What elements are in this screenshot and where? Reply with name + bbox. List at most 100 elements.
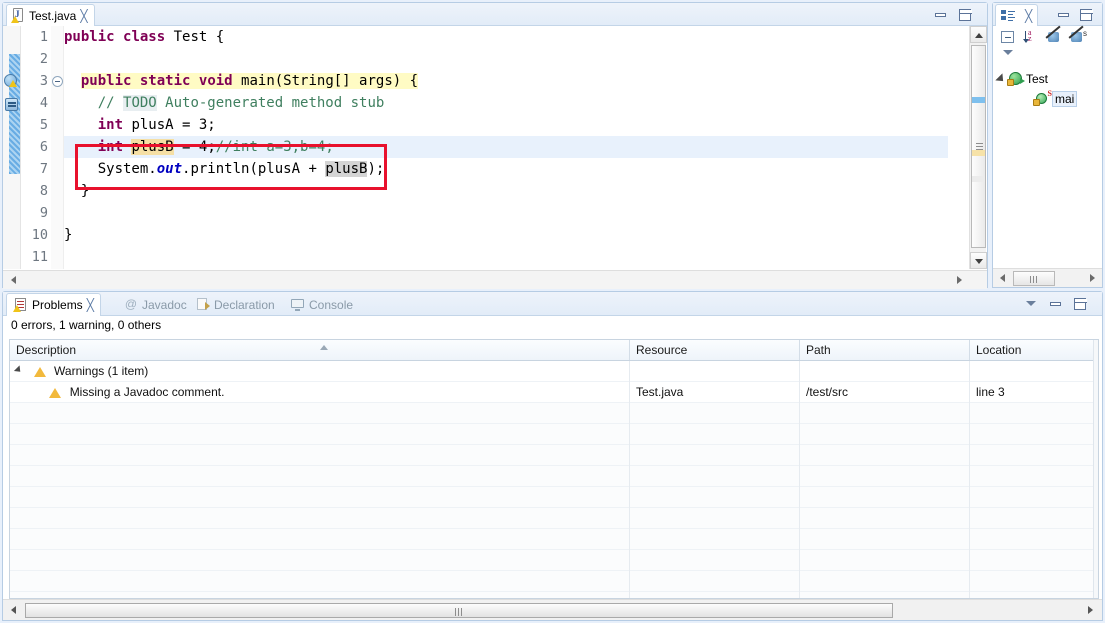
warning-marker-icon[interactable] bbox=[4, 74, 20, 90]
hide-static-members-icon[interactable]: s bbox=[1068, 29, 1087, 47]
cell-empty bbox=[10, 487, 630, 508]
outline-tab[interactable]: ╳ bbox=[995, 4, 1039, 26]
problems-vertical-scrollbar[interactable] bbox=[1093, 340, 1098, 598]
cell-empty bbox=[10, 445, 630, 466]
outline-item-test[interactable]: Test bbox=[993, 69, 1102, 89]
line-number: 2 bbox=[39, 51, 48, 67]
problems-horizontal-scrollbar[interactable] bbox=[3, 599, 1102, 620]
cell-empty bbox=[970, 487, 1095, 508]
code-line[interactable]: int plusB = 4;//int a=3,b=4; bbox=[64, 136, 948, 158]
code-line[interactable]: } bbox=[64, 224, 948, 246]
scroll-down-arrow-icon[interactable] bbox=[970, 252, 987, 269]
view-menu-icon[interactable] bbox=[1003, 50, 1013, 55]
table-row[interactable] bbox=[10, 529, 1098, 550]
horizontal-scroll-thumb[interactable] bbox=[25, 603, 893, 618]
table-row[interactable] bbox=[10, 445, 1098, 466]
hide-fields-icon[interactable] bbox=[1045, 29, 1064, 47]
cell-empty bbox=[800, 592, 970, 598]
overview-marker-task[interactable] bbox=[972, 176, 985, 182]
code-line[interactable] bbox=[64, 48, 948, 70]
tab-label: Problems bbox=[32, 298, 83, 312]
outline-item-main[interactable]: S mai bbox=[993, 89, 1102, 109]
table-row[interactable]: Missing a Javadoc comment. Test.java /te… bbox=[10, 382, 1098, 403]
folding-ruler[interactable] bbox=[51, 26, 64, 269]
column-header-resource[interactable]: Resource bbox=[630, 340, 800, 360]
cell-empty bbox=[630, 424, 800, 445]
code-token: .println(plusA + bbox=[182, 161, 326, 177]
table-row[interactable] bbox=[10, 424, 1098, 445]
outline-scroll-thumb[interactable] bbox=[1013, 271, 1055, 286]
fold-collapse-icon[interactable] bbox=[52, 76, 63, 87]
editor-body[interactable]: 1 2 3 4 5 6 7 8 9 10 11 public class Tes… bbox=[3, 26, 987, 289]
chevron-expanded-icon[interactable] bbox=[995, 73, 1007, 85]
tab-javadoc[interactable]: @ Javadoc bbox=[118, 293, 193, 316]
problems-view-menu-icon[interactable] bbox=[1026, 301, 1036, 306]
problems-table-body[interactable]: Warnings (1 item) Missing a Javadoc comm… bbox=[10, 361, 1098, 598]
problems-maximize-button[interactable] bbox=[1072, 297, 1088, 311]
code-line[interactable]: public static void main(String[] args) { bbox=[64, 70, 948, 92]
scroll-left-arrow-icon[interactable] bbox=[6, 273, 21, 288]
code-text-area[interactable]: public class Test { public static void m… bbox=[64, 26, 948, 269]
cell-empty bbox=[800, 508, 970, 529]
tab-problems[interactable]: Problems ╳ bbox=[6, 293, 101, 316]
sort-alphabetically-icon[interactable]: az bbox=[1022, 29, 1041, 47]
chevron-expanded-icon[interactable] bbox=[13, 365, 24, 375]
editor-tab-test-java[interactable]: J Test.java ╳ bbox=[6, 4, 95, 26]
cell-description: Missing a Javadoc comment. bbox=[10, 382, 630, 403]
code-token: plusB bbox=[325, 161, 368, 177]
overview-marker-warning[interactable] bbox=[972, 150, 985, 156]
editor-minimize-button[interactable] bbox=[933, 8, 949, 22]
todo-marker-icon[interactable] bbox=[4, 98, 20, 114]
editor-horizontal-scrollbar[interactable] bbox=[3, 270, 987, 289]
table-row[interactable] bbox=[10, 592, 1098, 598]
scroll-left-arrow-icon[interactable] bbox=[6, 603, 22, 618]
scroll-right-arrow-icon[interactable] bbox=[1085, 271, 1100, 286]
table-row[interactable] bbox=[10, 550, 1098, 571]
cell-empty bbox=[800, 445, 970, 466]
tab-declaration[interactable]: Declaration bbox=[190, 293, 281, 316]
tab-console[interactable]: Console bbox=[285, 293, 359, 316]
outline-minimize-button[interactable] bbox=[1056, 8, 1072, 22]
java-class-icon bbox=[1007, 72, 1025, 86]
editor-marker-ruler[interactable] bbox=[3, 26, 21, 269]
scroll-right-arrow-icon[interactable] bbox=[952, 273, 967, 288]
editor-maximize-button[interactable] bbox=[957, 8, 973, 22]
code-line[interactable]: public class Test { bbox=[64, 26, 948, 48]
column-label: Description bbox=[16, 343, 77, 357]
table-row[interactable] bbox=[10, 487, 1098, 508]
close-icon[interactable]: ╳ bbox=[1025, 10, 1032, 22]
table-row[interactable] bbox=[10, 571, 1098, 592]
editor-vertical-scrollbar[interactable] bbox=[969, 26, 987, 269]
table-row[interactable]: Warnings (1 item) bbox=[10, 361, 1098, 382]
vertical-scroll-thumb[interactable] bbox=[971, 45, 986, 248]
table-row[interactable] bbox=[10, 508, 1098, 529]
scroll-right-arrow-icon[interactable] bbox=[1083, 603, 1099, 618]
close-icon[interactable]: ╳ bbox=[80, 10, 87, 22]
code-line[interactable]: int plusA = 3; bbox=[64, 114, 948, 136]
code-line[interactable] bbox=[64, 246, 948, 268]
column-header-location[interactable]: Location bbox=[970, 340, 1095, 360]
table-row[interactable] bbox=[10, 403, 1098, 424]
code-line[interactable]: // TODO Auto-generated method stub bbox=[64, 92, 948, 114]
collapse-all-icon[interactable] bbox=[999, 29, 1018, 47]
column-header-description[interactable]: Description bbox=[10, 340, 630, 360]
outline-maximize-button[interactable] bbox=[1078, 8, 1094, 22]
column-header-path[interactable]: Path bbox=[800, 340, 970, 360]
scroll-up-arrow-icon[interactable] bbox=[970, 26, 987, 43]
close-icon[interactable]: ╳ bbox=[87, 299, 94, 311]
row-description: Missing a Javadoc comment. bbox=[69, 385, 225, 399]
problems-minimize-button[interactable] bbox=[1048, 297, 1064, 311]
outline-horizontal-scrollbar[interactable] bbox=[993, 268, 1102, 287]
outline-tree[interactable]: Test S mai bbox=[993, 69, 1102, 262]
scroll-left-arrow-icon[interactable] bbox=[995, 271, 1010, 286]
code-line[interactable]: } bbox=[64, 180, 948, 202]
line-number: 10 bbox=[31, 227, 48, 243]
code-line[interactable] bbox=[64, 202, 948, 224]
problems-table[interactable]: Description Resource Path Location Warni… bbox=[9, 339, 1099, 599]
code-line[interactable]: System.out.println(plusA + plusB); bbox=[64, 158, 948, 180]
overview-marker-occurrence[interactable] bbox=[972, 97, 985, 103]
table-row[interactable] bbox=[10, 466, 1098, 487]
code-token: plusB bbox=[131, 139, 174, 155]
